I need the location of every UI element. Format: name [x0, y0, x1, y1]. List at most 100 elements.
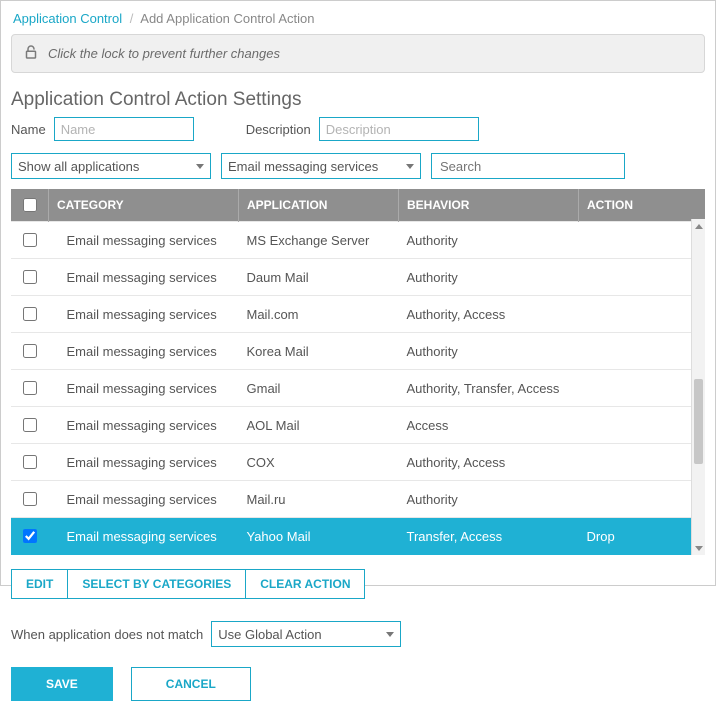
breadcrumb-current: Add Application Control Action	[140, 11, 314, 26]
filter-apps-value: Show all applications	[18, 159, 139, 174]
row-checkbox-cell	[11, 259, 49, 296]
cell-behavior: Authority, Access	[399, 444, 579, 481]
cell-behavior: Authority	[399, 259, 579, 296]
cell-application: AOL Mail	[239, 407, 399, 444]
cancel-button[interactable]: CANCEL	[131, 667, 251, 701]
cell-category: Email messaging services	[49, 481, 239, 518]
cell-action	[579, 222, 706, 259]
search-wrap	[431, 153, 625, 179]
table-row[interactable]: Email messaging servicesKorea MailAuthor…	[11, 333, 705, 370]
clear-action-button[interactable]: CLEAR ACTION	[245, 569, 365, 599]
cell-application: MS Exchange Server	[239, 222, 399, 259]
header-checkbox-cell	[11, 189, 49, 222]
row-checkbox-cell	[11, 518, 49, 555]
header-application[interactable]: APPLICATION	[239, 189, 399, 222]
select-by-categories-button[interactable]: SELECT BY CATEGORIES	[67, 569, 246, 599]
row-checkbox-cell	[11, 296, 49, 333]
row-checkbox[interactable]	[23, 233, 37, 247]
row-checkbox[interactable]	[23, 344, 37, 358]
cell-action: Drop	[579, 518, 706, 555]
table-row[interactable]: Email messaging servicesAOL MailAccess	[11, 407, 705, 444]
form-row: Name Description	[11, 117, 705, 141]
applications-table: CATEGORY APPLICATION BEHAVIOR ACTION Ema…	[11, 189, 705, 555]
cell-application: Mail.com	[239, 296, 399, 333]
cell-category: Email messaging services	[49, 518, 239, 555]
row-checkbox[interactable]	[23, 492, 37, 506]
cell-application: Yahoo Mail	[239, 518, 399, 555]
table-header-row: CATEGORY APPLICATION BEHAVIOR ACTION	[11, 189, 705, 222]
no-match-value: Use Global Action	[218, 627, 321, 642]
row-checkbox-cell	[11, 481, 49, 518]
cell-category: Email messaging services	[49, 444, 239, 481]
cell-category: Email messaging services	[49, 222, 239, 259]
table-wrap: CATEGORY APPLICATION BEHAVIOR ACTION Ema…	[11, 189, 705, 555]
breadcrumb-root-link[interactable]: Application Control	[13, 11, 122, 26]
action-button-row: EDIT SELECT BY CATEGORIES CLEAR ACTION	[11, 569, 705, 599]
cell-application: Mail.ru	[239, 481, 399, 518]
row-checkbox-cell	[11, 333, 49, 370]
name-input[interactable]	[54, 117, 194, 141]
lock-message: Click the lock to prevent further change…	[48, 46, 280, 61]
cell-behavior: Authority	[399, 222, 579, 259]
header-behavior[interactable]: BEHAVIOR	[399, 189, 579, 222]
cell-action	[579, 296, 706, 333]
scroll-down-button[interactable]	[692, 541, 705, 555]
edit-button[interactable]: EDIT	[11, 569, 68, 599]
description-input[interactable]	[319, 117, 479, 141]
name-label: Name	[11, 122, 46, 137]
filter-apps-select[interactable]: Show all applications	[11, 153, 211, 179]
table-row[interactable]: Email messaging servicesGmailAuthority, …	[11, 370, 705, 407]
cell-behavior: Authority, Transfer, Access	[399, 370, 579, 407]
table-row[interactable]: Email messaging servicesMail.ruAuthority	[11, 481, 705, 518]
table-row[interactable]: Email messaging servicesYahoo MailTransf…	[11, 518, 705, 555]
cell-category: Email messaging services	[49, 333, 239, 370]
row-checkbox-cell	[11, 370, 49, 407]
filter-category-value: Email messaging services	[228, 159, 378, 174]
breadcrumb-separator: /	[130, 11, 134, 26]
cell-action	[579, 259, 706, 296]
cell-category: Email messaging services	[49, 407, 239, 444]
cell-action	[579, 333, 706, 370]
lock-open-icon[interactable]	[22, 43, 40, 64]
row-checkbox[interactable]	[23, 307, 37, 321]
description-label: Description	[246, 122, 311, 137]
page-title: Application Control Action Settings	[11, 89, 705, 111]
header-category[interactable]: CATEGORY	[49, 189, 239, 222]
row-checkbox[interactable]	[23, 529, 37, 543]
scroll-up-button[interactable]	[692, 219, 705, 233]
row-checkbox[interactable]	[23, 381, 37, 395]
cell-application: Gmail	[239, 370, 399, 407]
filter-category-select[interactable]: Email messaging services	[221, 153, 421, 179]
row-checkbox[interactable]	[23, 455, 37, 469]
cell-behavior: Access	[399, 407, 579, 444]
cell-category: Email messaging services	[49, 296, 239, 333]
breadcrumb: Application Control / Add Application Co…	[11, 7, 705, 34]
cell-application: Korea Mail	[239, 333, 399, 370]
table-row[interactable]: Email messaging servicesMail.comAuthorit…	[11, 296, 705, 333]
vertical-scrollbar[interactable]	[691, 219, 705, 555]
select-all-checkbox[interactable]	[23, 198, 37, 212]
table-row[interactable]: Email messaging servicesCOXAuthority, Ac…	[11, 444, 705, 481]
scroll-thumb[interactable]	[694, 379, 703, 464]
cell-behavior: Authority	[399, 481, 579, 518]
row-checkbox-cell	[11, 407, 49, 444]
cell-category: Email messaging services	[49, 370, 239, 407]
row-checkbox[interactable]	[23, 270, 37, 284]
cell-behavior: Authority, Access	[399, 296, 579, 333]
cell-action	[579, 407, 706, 444]
save-button[interactable]: SAVE	[11, 667, 113, 701]
header-action[interactable]: ACTION	[579, 189, 706, 222]
row-checkbox[interactable]	[23, 418, 37, 432]
chevron-down-icon	[386, 632, 394, 637]
chevron-down-icon	[196, 164, 204, 169]
table-row[interactable]: Email messaging servicesDaum MailAuthori…	[11, 259, 705, 296]
row-checkbox-cell	[11, 222, 49, 259]
table-row[interactable]: Email messaging servicesMS Exchange Serv…	[11, 222, 705, 259]
cell-behavior: Authority	[399, 333, 579, 370]
cell-action	[579, 370, 706, 407]
cell-behavior: Transfer, Access	[399, 518, 579, 555]
no-match-select[interactable]: Use Global Action	[211, 621, 401, 647]
no-match-label: When application does not match	[11, 627, 203, 642]
search-input[interactable]	[438, 155, 618, 177]
cell-application: COX	[239, 444, 399, 481]
